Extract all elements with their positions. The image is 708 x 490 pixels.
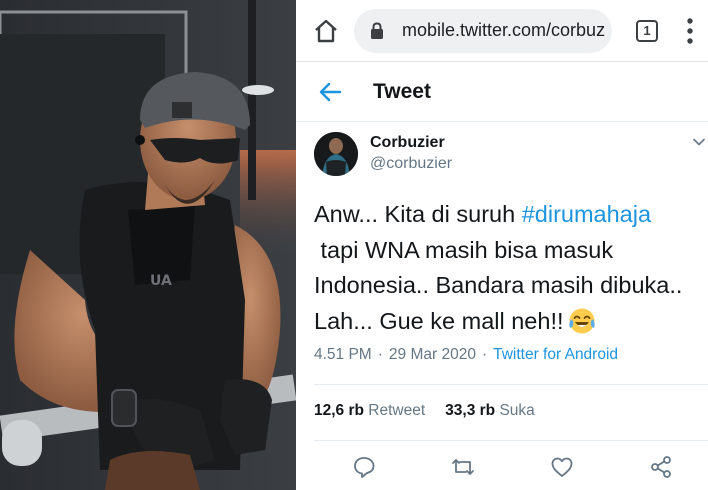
tweet-date: 29 Mar 2020 — [388, 346, 476, 363]
like-count: 33,3 rb — [445, 402, 496, 419]
tweet-stats: 12,6 rb Retweet 33,3 rb Suka — [314, 402, 535, 420]
url-text: mobile.twitter.com/corbuzier — [402, 20, 606, 40]
tweet-photo: UA — [0, 0, 296, 490]
like-stat[interactable]: 33,3 rb Suka — [445, 402, 535, 419]
chevron-down-icon[interactable] — [692, 135, 706, 149]
tweet-text-part: tapi WNA masih bisa masuk Indonesia.. Ba… — [314, 236, 683, 334]
retweet-stat[interactable]: 12,6 rb Retweet — [314, 402, 425, 419]
svg-text:UA: UA — [150, 273, 172, 289]
tweet-text: Anw... Kita di suruh #dirumahaja tapi WN… — [314, 197, 708, 339]
address-bar[interactable]: mobile.twitter.com/corbuzier — [354, 9, 612, 53]
tears-of-joy-emoji — [568, 308, 595, 333]
heart-icon[interactable] — [550, 455, 574, 479]
separator: · — [481, 346, 488, 363]
share-icon[interactable] — [649, 455, 673, 479]
page-header: Tweet — [296, 62, 708, 122]
browser-toolbar: mobile.twitter.com/corbuzier 1 — [296, 0, 708, 62]
arrow-left-icon[interactable] — [318, 81, 342, 103]
more-vertical-icon[interactable] — [687, 17, 693, 45]
retweet-count: 12,6 rb — [314, 402, 364, 419]
gym-photo-illustration: UA — [0, 0, 296, 490]
page-title: Tweet — [373, 80, 431, 103]
separator: · — [377, 346, 383, 363]
tweet-source-link[interactable]: Twitter for Android — [493, 346, 618, 363]
reply-icon[interactable] — [352, 455, 376, 479]
hashtag-link[interactable]: #dirumahaja — [522, 201, 651, 227]
avatar-image — [314, 132, 358, 176]
like-label: Suka — [499, 402, 535, 419]
tab-switcher-button[interactable]: 1 — [636, 20, 658, 42]
divider — [314, 440, 708, 441]
mobile-browser-screen: mobile.twitter.com/corbuzier 1 Tweet Cor… — [296, 0, 708, 490]
author-handle[interactable]: @corbuzier — [370, 155, 452, 173]
home-icon[interactable] — [312, 17, 340, 45]
lock-icon — [371, 22, 383, 39]
avatar[interactable] — [314, 132, 358, 176]
author-display-name[interactable]: Corbuzier — [370, 134, 445, 152]
retweet-icon[interactable] — [451, 455, 475, 479]
retweet-label: Retweet — [368, 402, 426, 419]
divider — [314, 384, 708, 385]
tweet-text-part: Anw... Kita di suruh — [314, 201, 522, 227]
tweet-time: 4.51 PM — [314, 346, 372, 363]
tweet-timestamp-line: 4.51 PM · 29 Mar 2020 · Twitter for Android — [314, 346, 618, 364]
